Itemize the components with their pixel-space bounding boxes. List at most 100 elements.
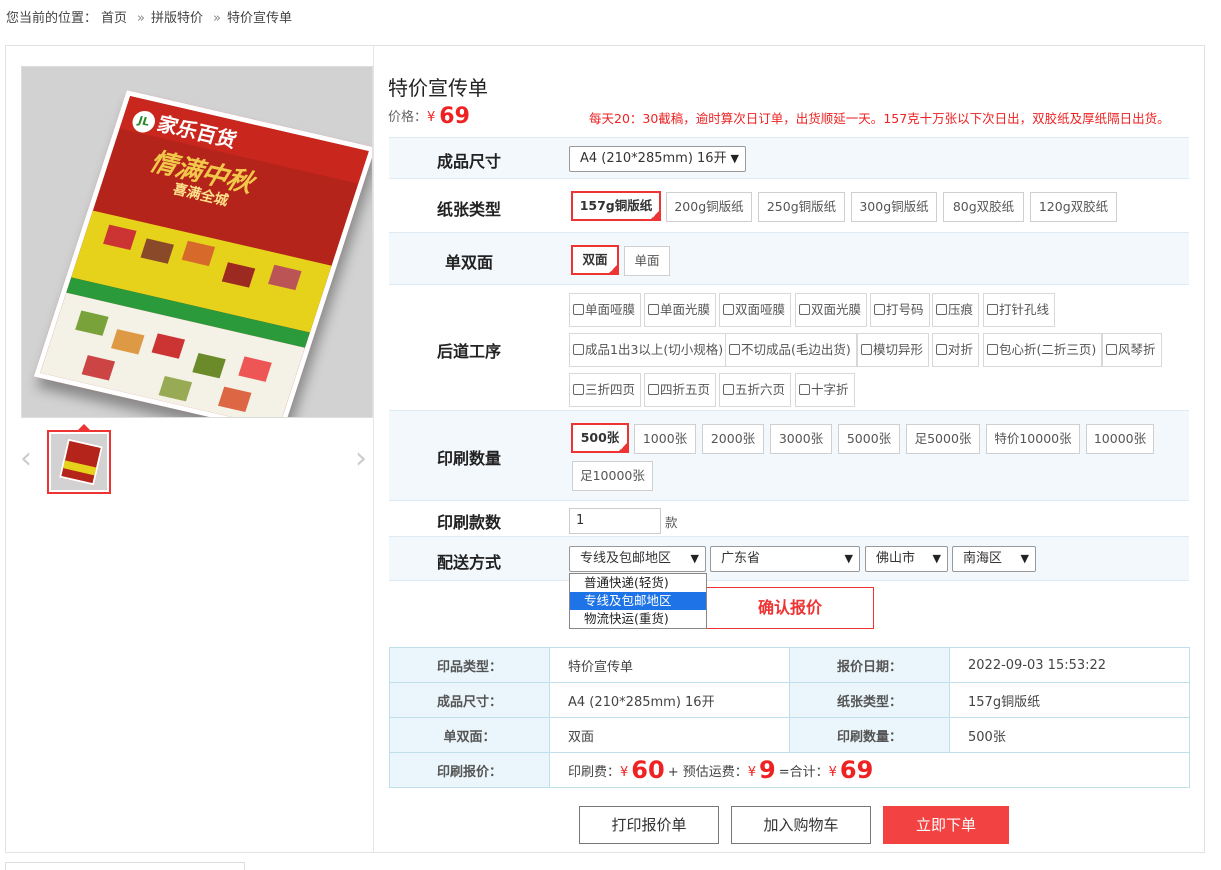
row-delivery: 配送方式 专线及包邮地区 ▼ 广东省 ▼ 佛山市 ▼ 南海区 ▼ [389, 536, 1189, 581]
breadcrumb-category[interactable]: 拼版特价 [151, 11, 203, 26]
summary-key: 印刷数量： [789, 717, 950, 753]
paper-option[interactable]: 80g双胶纸 [943, 192, 1024, 222]
checkbox-icon[interactable] [936, 344, 947, 355]
sides-option[interactable]: 单面 [624, 246, 670, 276]
quantity-option[interactable]: 500张 [571, 423, 629, 454]
dropdown-option[interactable]: 专线及包邮地区 [570, 592, 706, 610]
province-select[interactable]: 广东省 ▼ [710, 546, 860, 572]
city-value: 佛山市 [876, 551, 916, 566]
finishing-checkbox[interactable]: 五折六页 [719, 373, 792, 407]
summary-value: A4 (210*285mm) 16开 [549, 682, 790, 718]
paper-option[interactable]: 200g铜版纸 [666, 192, 752, 222]
checkbox-icon[interactable] [573, 384, 584, 395]
prev-arrow-icon[interactable]: ‹ [20, 441, 32, 476]
summary-key: 报价日期： [789, 647, 950, 683]
row-size: 成品尺寸 A4 (210*285mm) 16开 ▼ [389, 137, 1189, 179]
next-arrow-icon[interactable]: › [355, 441, 367, 476]
checkbox-icon[interactable] [799, 384, 810, 395]
sides-option[interactable]: 双面 [571, 245, 619, 276]
quantity-option[interactable]: 足10000张 [572, 461, 653, 491]
delivery-method-select[interactable]: 专线及包邮地区 ▼ [569, 546, 706, 572]
print-quote-button[interactable]: 打印报价单 [579, 806, 719, 844]
finishing-checkbox[interactable]: 单面光膜 [644, 293, 717, 327]
finishing-checkbox[interactable]: 压痕 [932, 293, 980, 327]
chevron-down-icon: ▼ [1020, 552, 1029, 565]
checkbox-icon[interactable] [573, 344, 584, 355]
flyer-mockup: JL 家乐百货 情满中秋 喜满全城 [33, 90, 372, 417]
breadcrumb-prefix: 您当前的位置： [6, 11, 98, 26]
delivery-method-dropdown[interactable]: 普通快递(轻货) 专线及包邮地区 物流快运(重货) [569, 573, 707, 629]
main-product-image: JL 家乐百货 情满中秋 喜满全城 [21, 66, 373, 418]
checkbox-icon[interactable] [648, 384, 659, 395]
thumbnail[interactable] [47, 430, 111, 494]
delivery-method-value: 专线及包邮地区 [580, 551, 672, 566]
total-price: 69 [839, 756, 874, 784]
table-row: 印品类型： 特价宣传单 报价日期： 2022-09-03 15:53:22 [389, 647, 1190, 683]
copies-input[interactable]: 1 [569, 508, 661, 534]
checkbox-icon[interactable] [987, 344, 998, 355]
finishing-label: 后道工序 [436, 342, 501, 361]
add-to-cart-button[interactable]: 加入购物车 [731, 806, 871, 844]
row-sides: 单双面 双面 单面 [389, 232, 1189, 285]
finishing-checkbox[interactable]: 不切成品(毛边出货) [725, 333, 857, 367]
price-value: 69 [439, 104, 470, 129]
row-finishing: 后道工序 单面哑膜 单面光膜 双面哑膜 双面光膜 打号码 压痕 打针孔线 成品1… [389, 286, 1189, 410]
checkbox-icon[interactable] [874, 304, 885, 315]
district-select[interactable]: 南海区 ▼ [952, 546, 1036, 572]
paper-option[interactable]: 300g铜版纸 [851, 192, 937, 222]
quantity-label: 印刷数量 [436, 449, 501, 468]
quantity-option[interactable]: 1000张 [634, 424, 696, 454]
finishing-checkbox[interactable]: 双面光膜 [795, 293, 868, 327]
checkbox-icon[interactable] [648, 304, 659, 315]
print-fee: 60 [631, 756, 665, 784]
paper-option[interactable]: 157g铜版纸 [571, 191, 661, 222]
shipping-fee: 9 [759, 756, 776, 784]
summary-value: 双面 [549, 717, 790, 753]
row-paper: 纸张类型 157g铜版纸 200g铜版纸 250g铜版纸 300g铜版纸 80g… [389, 180, 1189, 232]
checkbox-icon[interactable] [1106, 344, 1117, 355]
summary-key: 纸张类型： [789, 682, 950, 718]
checkbox-icon[interactable] [861, 344, 872, 355]
quantity-option[interactable]: 2000张 [702, 424, 764, 454]
quantity-option[interactable]: 特价10000张 [986, 424, 1080, 454]
shipping-label: + 预估运费： [667, 765, 748, 780]
city-select[interactable]: 佛山市 ▼ [865, 546, 948, 572]
paper-option[interactable]: 120g双胶纸 [1030, 192, 1117, 222]
finishing-checkbox[interactable]: 十字折 [795, 373, 855, 407]
dropdown-option[interactable]: 普通快递(轻货) [570, 574, 706, 592]
breadcrumb-current[interactable]: 特价宣传单 [227, 11, 292, 26]
finishing-checkbox[interactable]: 成品1出3以上(切小规格) [569, 333, 730, 367]
finishing-checkbox[interactable]: 模切异形 [857, 333, 930, 367]
finishing-checkbox[interactable]: 四折五页 [644, 373, 717, 407]
finishing-checkbox[interactable]: 打针孔线 [983, 293, 1056, 327]
quantity-option[interactable]: 足5000张 [906, 424, 980, 454]
finishing-checkbox[interactable]: 三折四页 [569, 373, 642, 407]
summary-key: 印品类型： [389, 647, 550, 683]
checkbox-icon[interactable] [723, 384, 734, 395]
quantity-option[interactable]: 10000张 [1086, 424, 1154, 454]
confirm-quote-button[interactable]: 确认报价 [707, 587, 874, 629]
order-now-button[interactable]: 立即下单 [883, 806, 1009, 844]
dropdown-option[interactable]: 物流快运(重货) [570, 610, 706, 628]
summary-key: 成品尺寸： [389, 682, 550, 718]
size-label: 成品尺寸 [436, 152, 501, 171]
finishing-checkbox[interactable]: 打号码 [870, 293, 930, 327]
finishing-checkbox[interactable]: 双面哑膜 [719, 293, 792, 327]
finishing-checkbox[interactable]: 单面哑膜 [569, 293, 642, 327]
breadcrumb-home[interactable]: 首页 [101, 11, 127, 26]
paper-option[interactable]: 250g铜版纸 [758, 192, 845, 222]
checkbox-icon[interactable] [987, 304, 998, 315]
size-select[interactable]: A4 (210*285mm) 16开 ▼ [569, 146, 746, 172]
finishing-checkbox[interactable]: 对折 [932, 333, 980, 367]
quantity-option[interactable]: 5000张 [838, 424, 900, 454]
province-value: 广东省 [721, 551, 761, 566]
summary-value: 2022-09-03 15:53:22 [949, 647, 1190, 683]
quantity-option[interactable]: 3000张 [770, 424, 832, 454]
checkbox-icon[interactable] [573, 304, 584, 315]
checkbox-icon[interactable] [799, 304, 810, 315]
checkbox-icon[interactable] [723, 304, 734, 315]
finishing-checkbox[interactable]: 包心折(二折三页) [983, 333, 1103, 367]
checkbox-icon[interactable] [936, 304, 947, 315]
finishing-checkbox[interactable]: 风琴折 [1102, 333, 1162, 367]
checkbox-icon[interactable] [729, 344, 740, 355]
